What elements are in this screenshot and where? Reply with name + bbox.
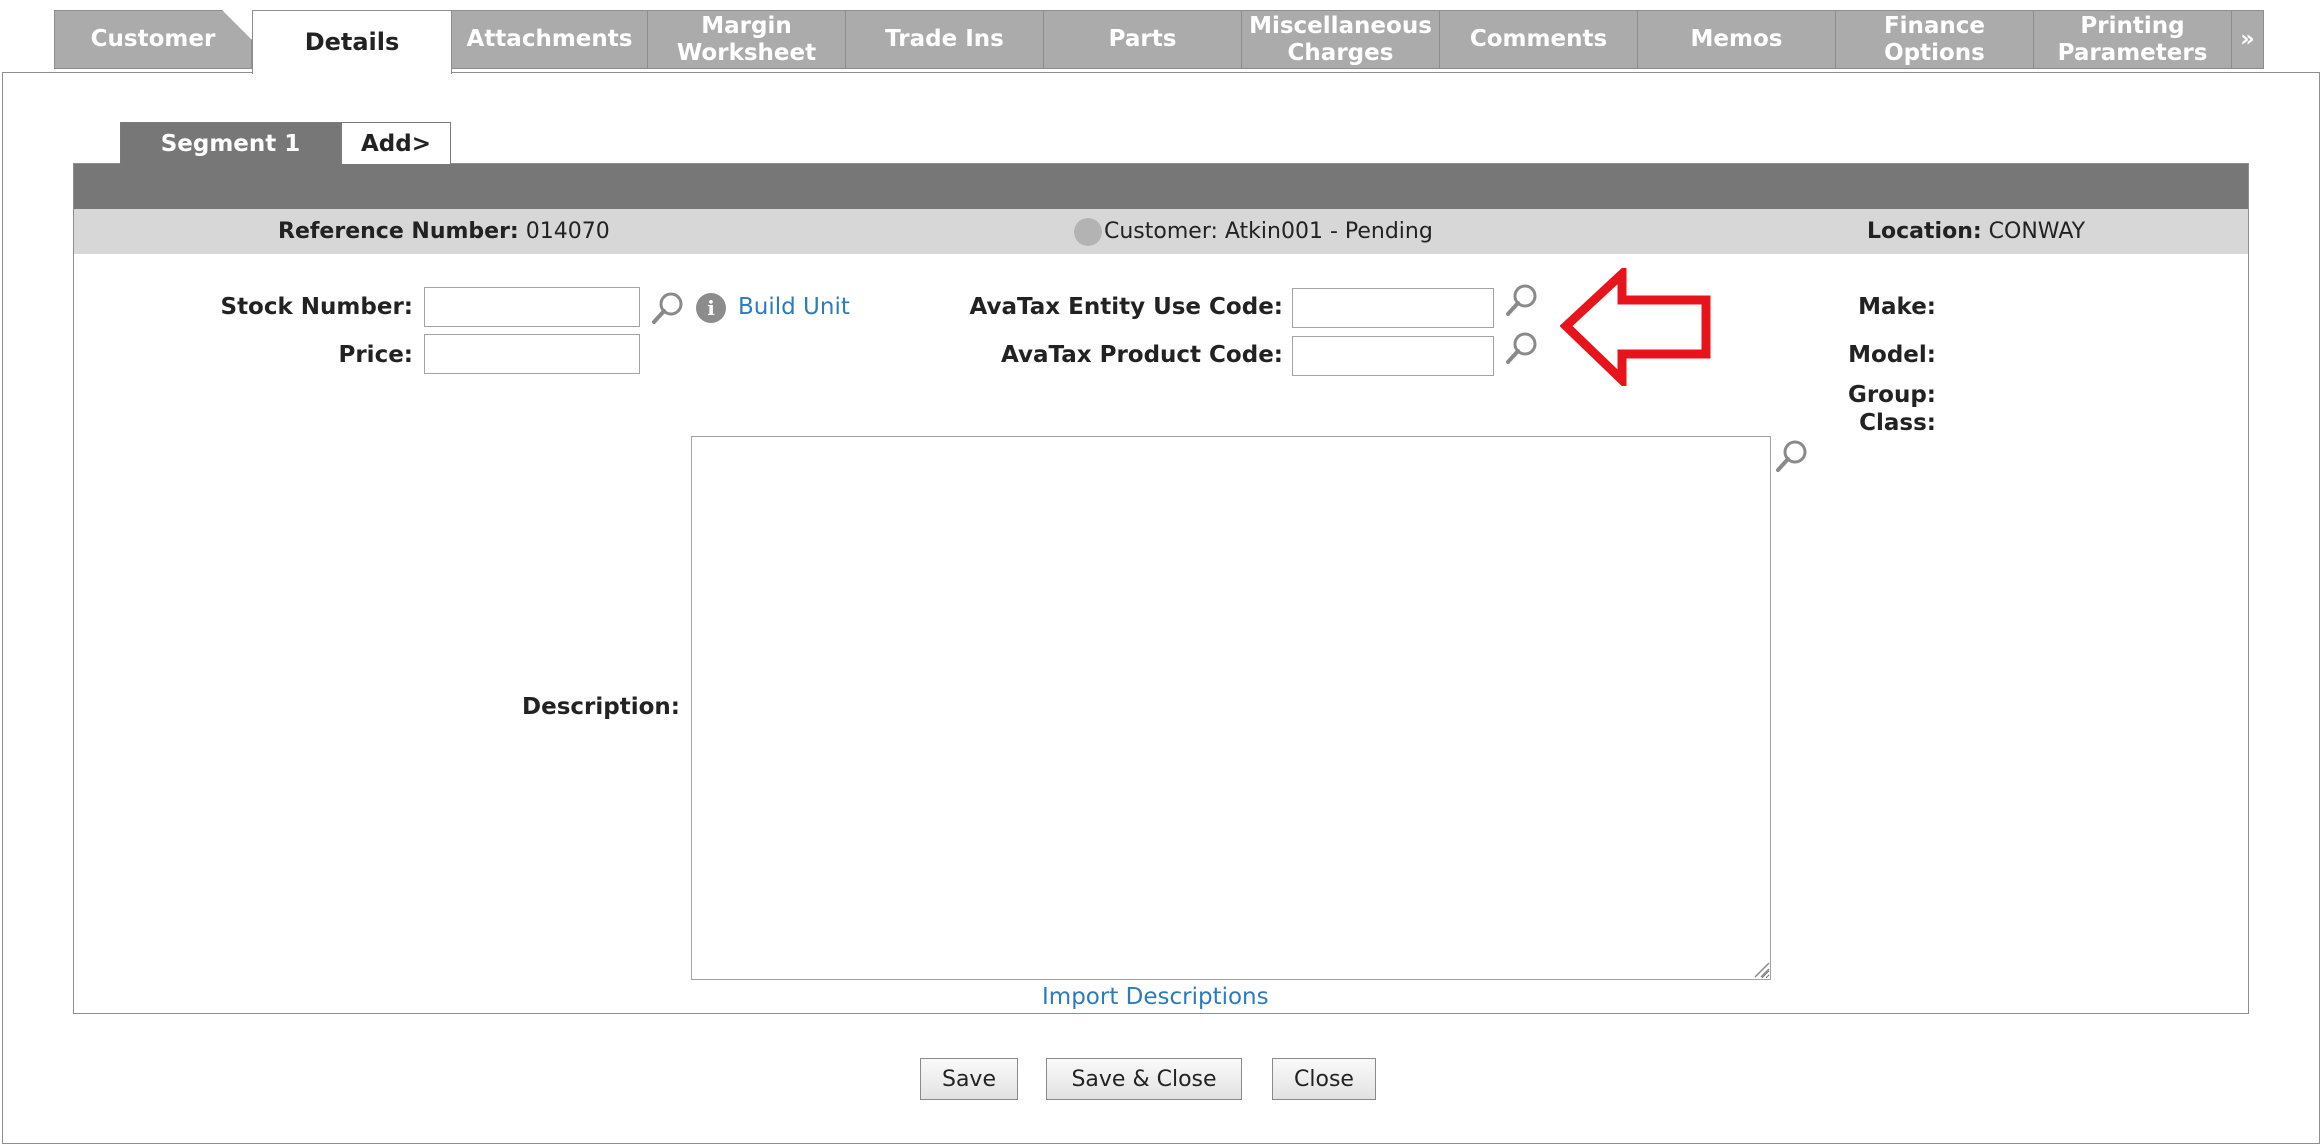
location-label: Location: <box>1867 219 1982 244</box>
double-chevron-right-icon: » <box>2240 27 2255 52</box>
product-code-lookup-icon[interactable] <box>1504 330 1540 366</box>
segment-tab-bar: Segment 1 Add> <box>120 122 451 164</box>
tab-label: Miscellaneous Charges <box>1249 12 1432 66</box>
customer-status-text: Customer: Atkin001 - Pending <box>1104 219 1433 244</box>
avatax-product-code-input[interactable] <box>1292 336 1494 376</box>
tab-comments[interactable]: Comments <box>1440 10 1638 69</box>
description-lookup-icon[interactable] <box>1774 438 1810 474</box>
build-unit-link[interactable]: Build Unit <box>738 294 850 320</box>
import-descriptions-link[interactable]: Import Descriptions <box>1042 984 1269 1010</box>
tab-label: Trade Ins <box>885 26 1004 52</box>
tab-segment-1[interactable]: Segment 1 <box>120 122 341 164</box>
class-label: Class: <box>1859 410 1936 436</box>
reference-number-label: Reference Number: <box>278 219 519 244</box>
tab-margin-worksheet[interactable]: Margin Worksheet <box>648 10 846 69</box>
tab-label: Parts <box>1108 26 1177 52</box>
tab-label: Attachments <box>466 26 633 52</box>
stock-number-lookup-icon[interactable] <box>650 290 686 326</box>
deal-info-bar: Reference Number: 014070 Customer: Atkin… <box>74 209 2248 254</box>
tab-parts[interactable]: Parts <box>1044 10 1242 69</box>
avatax-entity-use-code-input[interactable] <box>1292 288 1494 328</box>
avatax-entity-use-code-label: AvaTax Entity Use Code: <box>969 294 1283 320</box>
tab-customer[interactable]: Customer <box>54 10 252 69</box>
price-label: Price: <box>338 342 413 368</box>
stock-number-label: Stock Number: <box>220 294 414 320</box>
tab-attachments[interactable]: Attachments <box>452 10 648 69</box>
description-textarea[interactable] <box>691 436 1771 980</box>
tab-label: Memos <box>1690 26 1783 52</box>
close-button[interactable]: Close <box>1272 1058 1376 1100</box>
tab-scroll-right-button[interactable]: » <box>2232 10 2264 69</box>
group-label: Group: <box>1847 382 1936 408</box>
info-icon <box>1074 217 1102 246</box>
tab-label: Margin Worksheet <box>676 12 817 66</box>
location-value: CONWAY <box>1981 219 2086 244</box>
tab-label: Details <box>304 28 400 56</box>
price-input[interactable] <box>424 334 640 374</box>
tab-label: Printing Parameters <box>2057 12 2208 66</box>
tab-fold-decoration <box>222 10 252 40</box>
make-label: Make: <box>1858 294 1936 320</box>
save-button[interactable]: Save <box>920 1058 1018 1100</box>
tab-label: Customer <box>90 26 216 52</box>
location: Location: CONWAY <box>1867 219 2085 244</box>
tab-memos[interactable]: Memos <box>1638 10 1836 69</box>
model-label: Model: <box>1848 342 1936 368</box>
tab-trade-ins[interactable]: Trade Ins <box>846 10 1044 69</box>
segment-header-bar <box>74 164 2248 209</box>
avatax-product-code-label: AvaTax Product Code: <box>1001 342 1283 368</box>
tab-printing-parameters[interactable]: Printing Parameters <box>2034 10 2232 69</box>
resize-grip-icon[interactable] <box>1752 960 1770 978</box>
stock-number-input[interactable] <box>424 287 640 327</box>
main-tab-bar: Customer Details Attachments Margin Work… <box>54 10 2264 74</box>
tab-label: Finance Options <box>1883 12 1986 66</box>
tab-finance-options[interactable]: Finance Options <box>1836 10 2034 69</box>
entity-use-code-lookup-icon[interactable] <box>1504 282 1540 318</box>
save-and-close-button[interactable]: Save & Close <box>1046 1058 1242 1100</box>
customer-status: Customer: Atkin001 - Pending <box>1074 217 1433 246</box>
description-label: Description: <box>522 694 680 720</box>
red-arrow-annotation-icon <box>1560 268 1711 386</box>
reference-number: Reference Number: 014070 <box>278 219 610 244</box>
reference-number-value: 014070 <box>518 219 610 244</box>
tab-label: Comments <box>1469 26 1608 52</box>
add-segment-tab[interactable]: Add> <box>341 122 451 164</box>
tab-miscellaneous-charges[interactable]: Miscellaneous Charges <box>1242 10 1440 69</box>
tab-details[interactable]: Details <box>252 10 452 74</box>
build-unit-info-icon[interactable]: i <box>696 293 726 323</box>
